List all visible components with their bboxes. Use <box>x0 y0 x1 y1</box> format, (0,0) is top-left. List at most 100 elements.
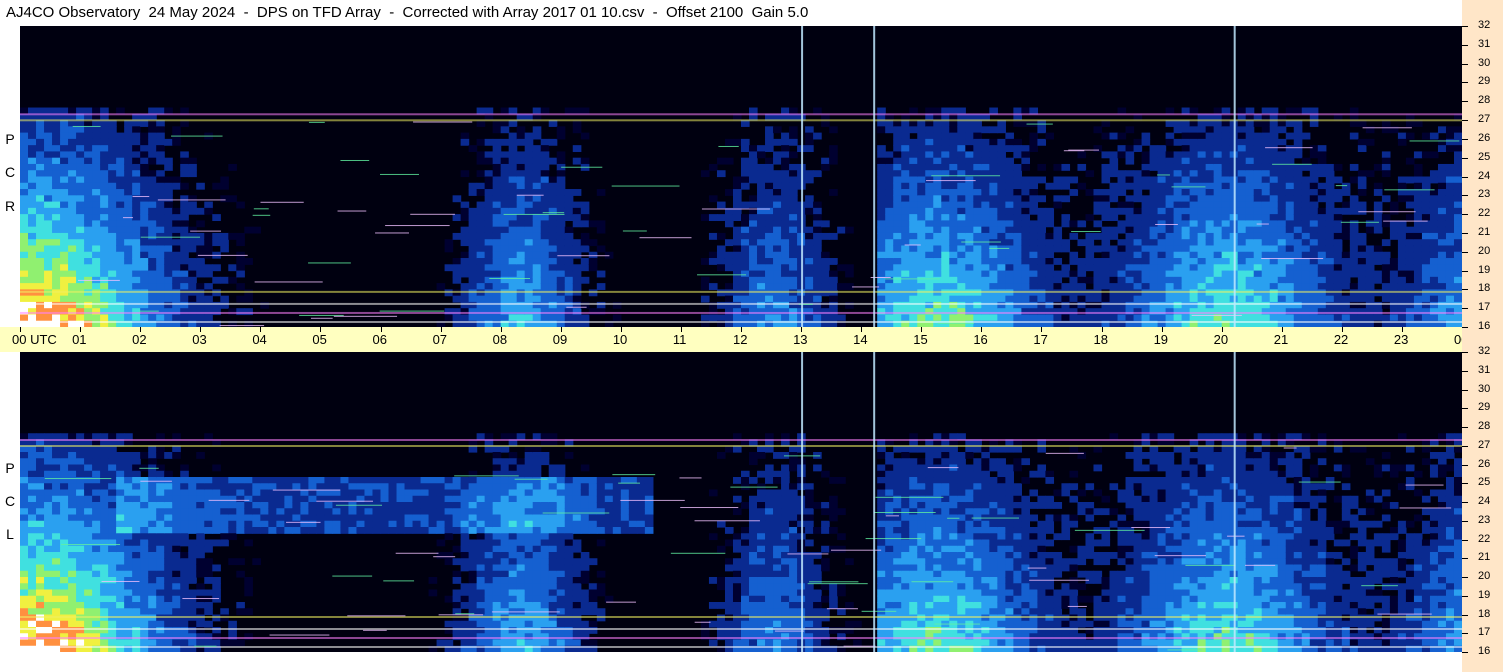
spectrogram-cell <box>196 545 205 553</box>
spectrogram-cell <box>1333 308 1343 316</box>
spectrogram-cell <box>1453 264 1462 272</box>
spectrogram-cell <box>412 502 422 509</box>
spectrogram-cell <box>917 232 926 240</box>
spectrogram-cell <box>957 245 966 253</box>
spectrogram-cell <box>1117 245 1127 253</box>
spectrogram-cell <box>885 295 894 303</box>
spectrogram-cell <box>1397 264 1407 272</box>
spectrogram-cell <box>172 577 181 584</box>
spectrogram-cell <box>140 589 149 597</box>
spectrogram-cell <box>164 239 173 247</box>
spectrogram-cell <box>1013 258 1022 265</box>
spectrogram-cell <box>156 283 165 290</box>
spectrogram-cell <box>1109 314 1119 322</box>
spectrogram-cell <box>44 533 53 541</box>
spectrogram-cell <box>1325 226 1335 234</box>
spectrogram-cell <box>140 163 149 171</box>
spectrogram-cell <box>1445 276 1455 284</box>
spectrogram-cell <box>1109 276 1119 284</box>
spectrogram-cell <box>1437 126 1447 134</box>
spectrogram-cell <box>1125 157 1135 165</box>
spectrogram-cell <box>532 214 542 221</box>
spectrogram-cell <box>516 251 526 259</box>
spectrogram-cell <box>212 214 221 221</box>
spectrogram-cell <box>1429 314 1439 322</box>
spectrogram-cell <box>612 314 622 322</box>
spectrogram-cell <box>428 483 438 491</box>
spectrogram-cell <box>1085 189 1095 196</box>
spectrogram-cell <box>1405 314 1415 322</box>
spectrogram-cell <box>1317 182 1327 190</box>
spectrogram-cell <box>732 251 742 259</box>
spectrogram-cell <box>1197 270 1207 278</box>
spectrogram-cell <box>236 239 245 247</box>
spectrogram-cell <box>901 126 910 134</box>
spectrogram-cell <box>508 189 518 196</box>
spectrogram-cell <box>1013 232 1022 240</box>
spectrogram-cell <box>757 264 766 272</box>
spectrogram-cell <box>204 520 213 528</box>
spectrogram-cell <box>965 157 974 165</box>
spectrogram-cell <box>244 508 253 516</box>
spectrogram-cell <box>68 295 77 303</box>
spectrogram-cell <box>124 201 133 209</box>
spectrogram-cell <box>324 527 334 534</box>
spectrogram-cell <box>885 239 894 247</box>
spectrogram-cell <box>973 295 982 303</box>
spectrogram-cell <box>500 201 510 209</box>
spectrogram-cell <box>1133 270 1143 278</box>
spectrogram-cell <box>124 138 133 146</box>
spectrogram-cell <box>52 295 61 303</box>
spectrogram-cell <box>172 251 181 259</box>
spectrogram-cell <box>60 527 69 534</box>
spectrogram-cell <box>732 270 742 278</box>
spectrogram-cell <box>829 308 838 316</box>
spectrogram-cell <box>885 207 894 215</box>
spectrogram-cell <box>1357 295 1367 303</box>
spectrogram-cell <box>981 220 990 228</box>
spectrogram-cell <box>116 283 125 290</box>
spectrogram-cell <box>1181 207 1191 215</box>
spectrogram-cell <box>156 151 165 159</box>
spectrogram-cell <box>781 258 790 265</box>
spectrogram-cell <box>124 145 133 153</box>
spectrogram-cell <box>116 452 125 459</box>
spectrogram-cell <box>789 239 798 247</box>
spectrogram-cell <box>28 539 37 547</box>
spectrogram-cell <box>124 245 133 253</box>
spectrogram-cell <box>172 564 181 572</box>
spectrogram-cell <box>276 477 285 484</box>
spectrogram-cell <box>1165 163 1175 171</box>
spectrogram-cell <box>1117 226 1127 234</box>
spectrogram-cell <box>28 201 37 209</box>
spectrogram-cell <box>1093 232 1103 240</box>
spectrogram-cell <box>1021 258 1030 265</box>
spectrogram-cell <box>1277 308 1287 316</box>
spectrogram-cell <box>1133 226 1143 234</box>
spectrogram-cell <box>164 595 173 603</box>
spectrogram-cell <box>1205 295 1215 303</box>
spectrogram-cell <box>404 520 414 528</box>
spectrogram-cell <box>1301 176 1311 184</box>
spectrogram-cell <box>76 264 85 272</box>
spectrogram-cell <box>1309 276 1319 284</box>
spectrogram-cell <box>180 514 189 522</box>
spectrogram-cell <box>1013 207 1022 215</box>
spectrogram-cell <box>36 220 45 228</box>
spectrogram-cell <box>212 527 221 534</box>
spectrogram-cell <box>148 545 157 553</box>
spectrogram-cell <box>1221 157 1231 165</box>
spectrogram-cell <box>52 477 61 484</box>
spectrogram-cell <box>140 477 149 484</box>
spectrogram-cell <box>52 520 61 528</box>
spectrogram-cell <box>1237 264 1247 272</box>
spectrogram-cell <box>1453 295 1462 303</box>
spectrogram-cell <box>1213 251 1223 259</box>
spectrogram-cell <box>524 195 534 203</box>
spectrogram-cell <box>76 132 85 140</box>
spectrogram-cell <box>1261 201 1271 209</box>
spectrogram-cell <box>188 545 197 553</box>
spectrogram-cell <box>108 595 117 603</box>
spectrogram-cell <box>885 245 894 253</box>
spectrogram-cell <box>92 533 101 541</box>
